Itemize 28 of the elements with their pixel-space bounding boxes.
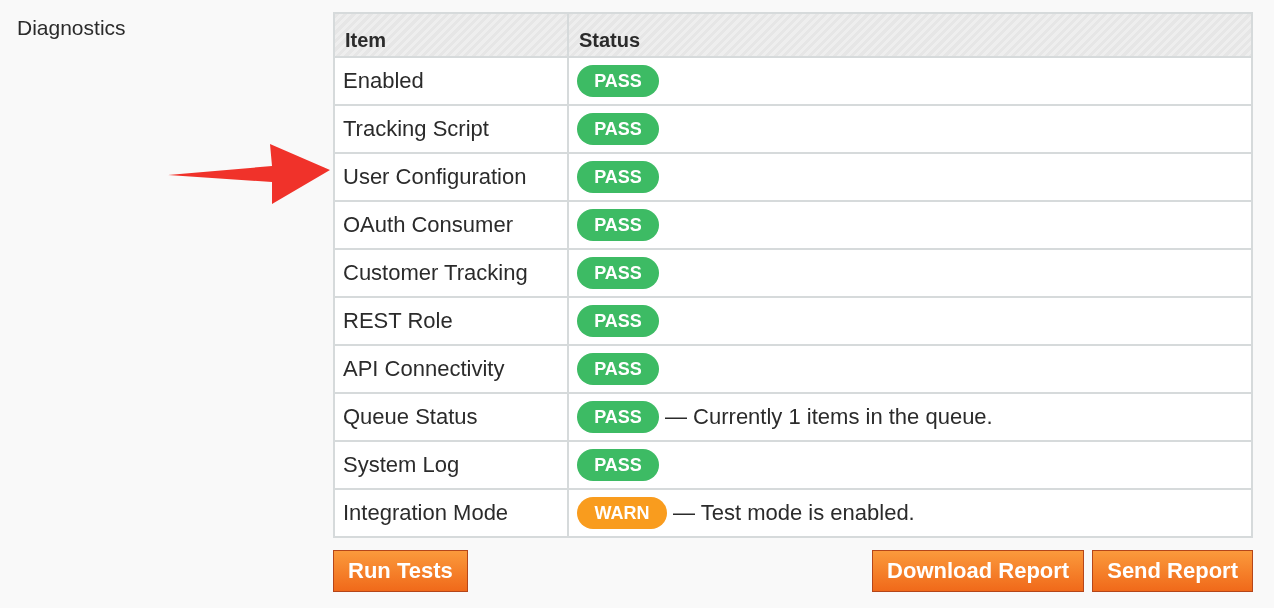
status-note: — Test mode is enabled. [673,500,915,526]
status-badge: PASS [577,353,659,385]
status-badge: PASS [577,305,659,337]
item-cell: Customer Tracking [334,249,568,297]
item-cell: User Configuration [334,153,568,201]
report-button[interactable]: Send Report [1092,550,1253,592]
item-cell: API Connectivity [334,345,568,393]
item-cell: Queue Status [334,393,568,441]
column-header: Item [334,13,568,57]
status-badge: PASS [577,257,659,289]
status-badge: PASS [577,161,659,193]
item-cell: REST Role [334,297,568,345]
report-button[interactable]: Download Report [872,550,1085,592]
section-label: Diagnostics [17,16,126,39]
run-tests-button[interactable]: Run Tests [333,550,468,592]
column-header: Status [568,13,1252,57]
item-cell: Enabled [334,57,568,105]
status-badge: WARN [577,497,667,529]
status-badge: PASS [577,449,659,481]
status-badge: PASS [577,65,659,97]
item-cell: System Log [334,441,568,489]
item-cell: OAuth Consumer [334,201,568,249]
status-note: — Currently 1 items in the queue. [665,404,993,430]
status-badge: PASS [577,401,659,433]
status-badge: PASS [577,113,659,145]
item-cell: Integration Mode [334,489,568,537]
item-cell: Tracking Script [334,105,568,153]
status-badge: PASS [577,209,659,241]
